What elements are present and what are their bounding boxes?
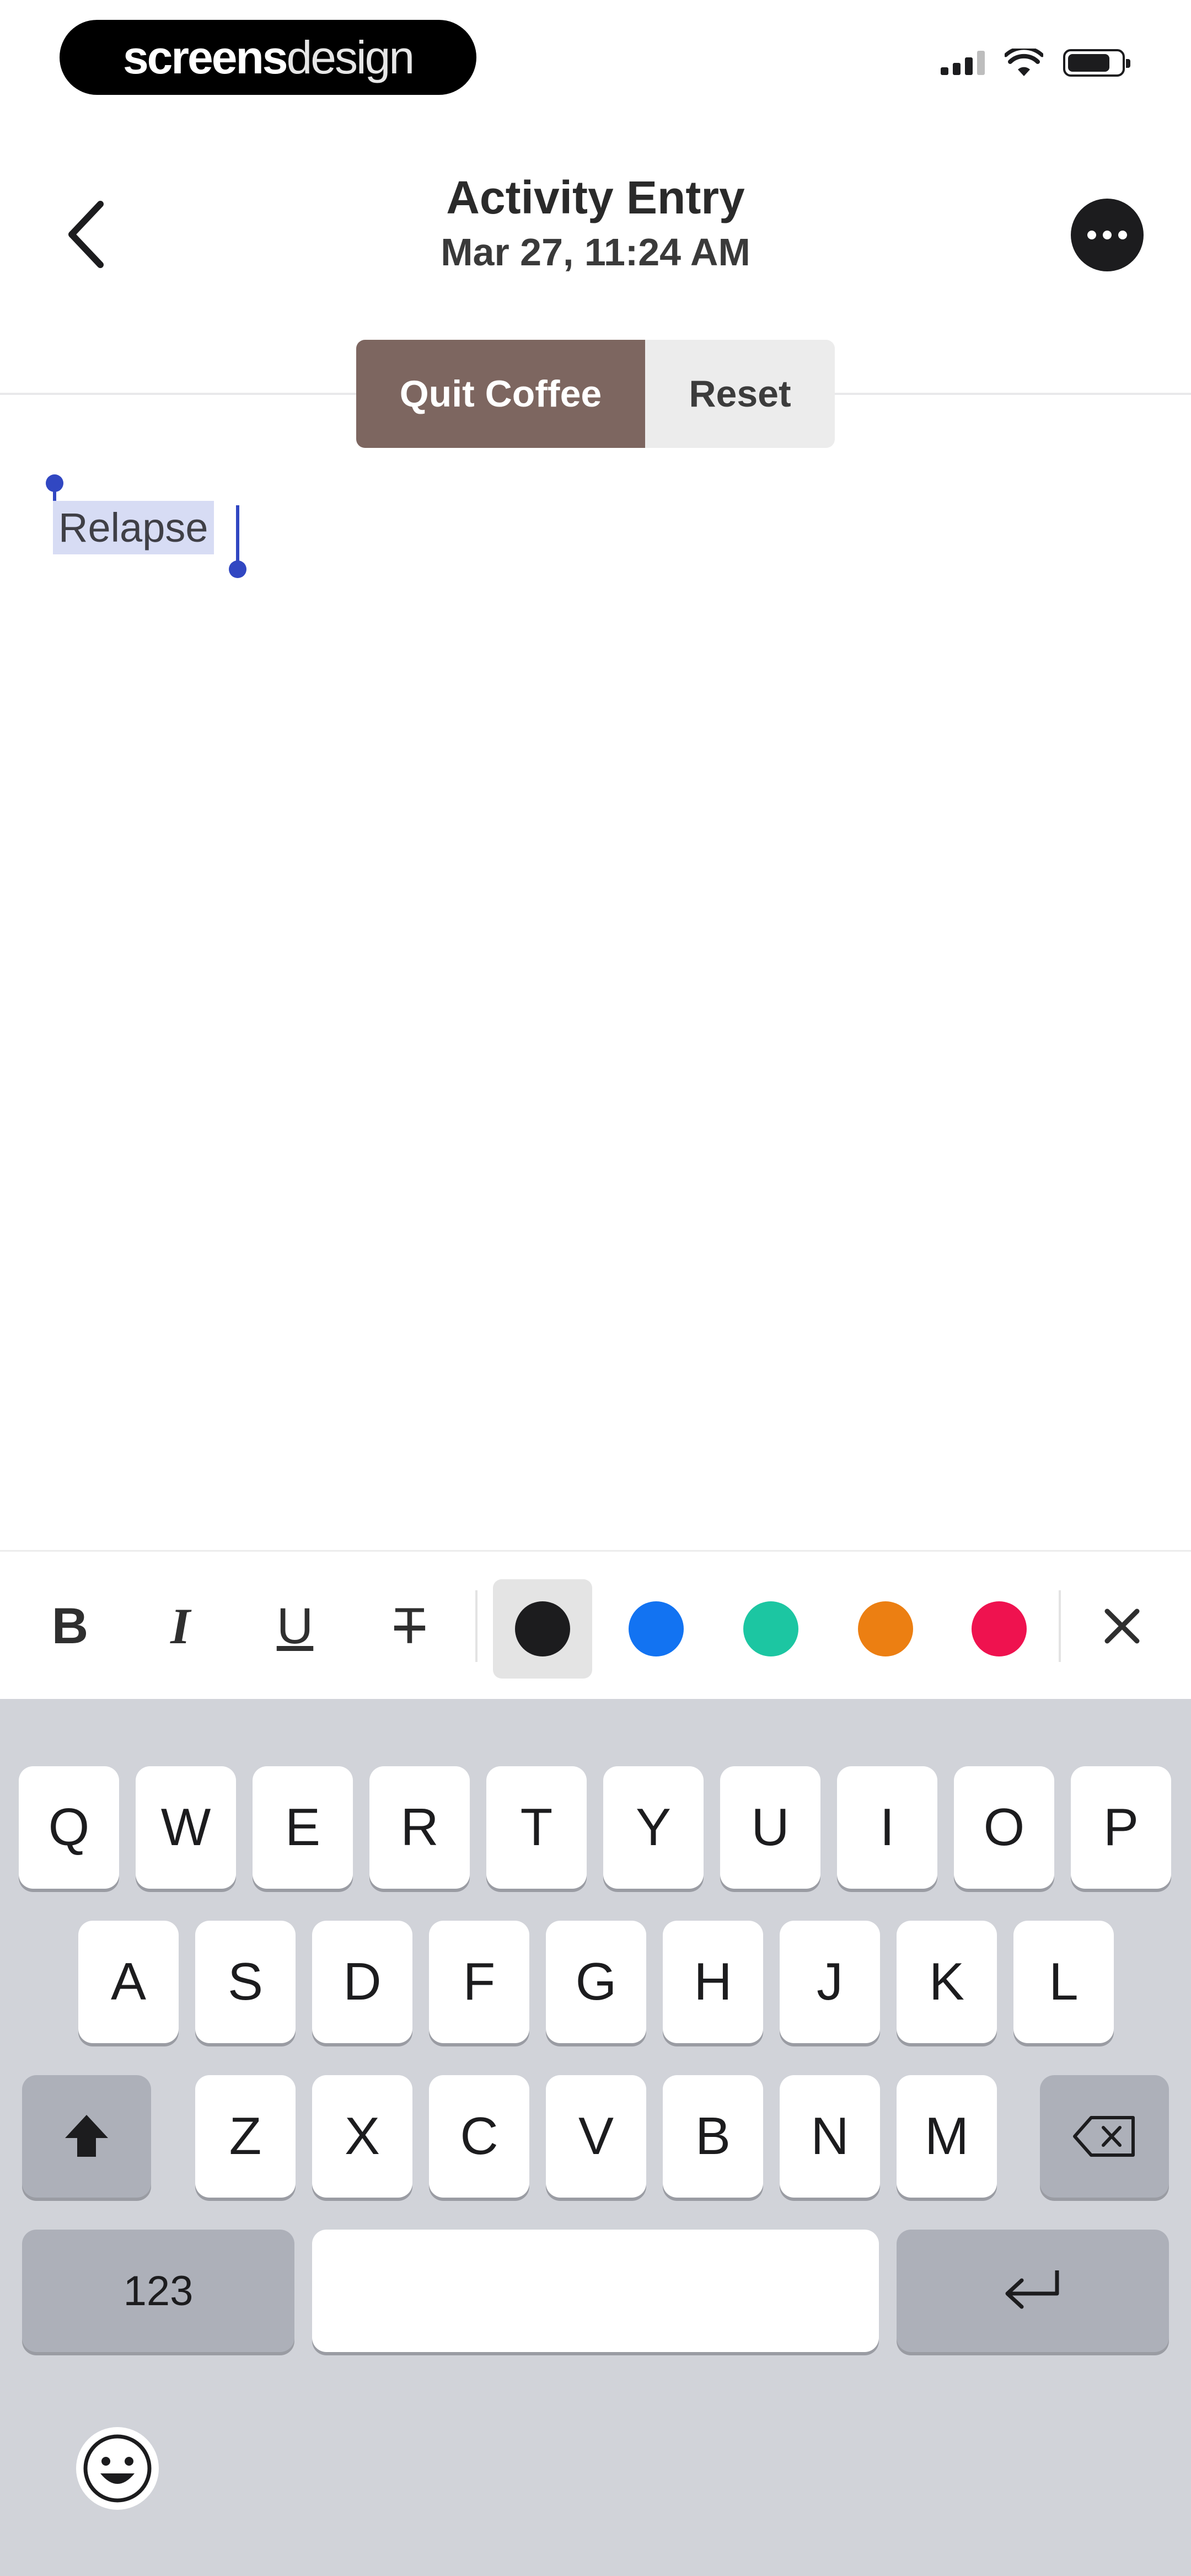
key-u[interactable]: U — [720, 1766, 820, 1889]
italic-button[interactable]: I — [150, 1585, 211, 1668]
backspace-icon — [1073, 2116, 1135, 2157]
toolbar-separator — [1059, 1590, 1061, 1662]
key-l[interactable]: L — [1013, 1921, 1114, 2043]
close-icon — [1104, 1608, 1140, 1644]
color-swatch[interactable] — [858, 1601, 913, 1656]
space-key[interactable] — [312, 2230, 879, 2352]
key-c[interactable]: C — [429, 2075, 529, 2198]
close-toolbar-button[interactable] — [1092, 1585, 1152, 1668]
key-r[interactable]: R — [369, 1766, 470, 1889]
key-k[interactable]: K — [897, 1921, 997, 2043]
backspace-key[interactable] — [1040, 2075, 1169, 2198]
selection-end-knob[interactable] — [229, 560, 246, 578]
color-swatch[interactable] — [629, 1601, 684, 1656]
entry-editor[interactable]: Relapse — [0, 452, 1191, 1550]
key-w[interactable]: W — [136, 1766, 236, 1889]
entry-text-selected[interactable]: Relapse — [53, 501, 214, 554]
key-i[interactable]: I — [837, 1766, 937, 1889]
segment-reset[interactable]: Reset — [645, 340, 835, 448]
cellular-signal-icon — [941, 51, 985, 75]
key-s[interactable]: S — [195, 1921, 296, 2043]
key-e[interactable]: E — [253, 1766, 353, 1889]
key-n[interactable]: N — [780, 2075, 880, 2198]
brand-bold: screens — [122, 31, 288, 83]
color-swatch[interactable] — [972, 1601, 1027, 1656]
emoji-button[interactable] — [76, 2427, 159, 2510]
page-title: Activity Entry — [446, 172, 745, 223]
key-y[interactable]: Y — [603, 1766, 704, 1889]
key-f[interactable]: F — [429, 1921, 529, 2043]
keyboard: QWERTYUIOP ASDFGHJKL ZXCVBNM 123 — [0, 1699, 1191, 2576]
brand-logo: screens design — [60, 20, 476, 95]
key-h[interactable]: H — [663, 1921, 763, 2043]
entry-timestamp: Mar 27, 11:24 AM — [441, 231, 750, 274]
key-a[interactable]: A — [78, 1921, 179, 2043]
status-bar: screens design — [0, 0, 1191, 121]
return-icon — [1005, 2270, 1059, 2309]
underline-button[interactable]: U — [265, 1585, 325, 1668]
activity-type-selector: Quit Coffee Reset — [356, 340, 835, 448]
color-swatch[interactable] — [743, 1601, 798, 1656]
key-z[interactable]: Z — [195, 2075, 296, 2198]
key-p[interactable]: P — [1071, 1766, 1171, 1889]
emoji-icon — [83, 2434, 152, 2503]
toolbar-separator — [475, 1590, 478, 1662]
key-b[interactable]: B — [663, 2075, 763, 2198]
key-q[interactable]: Q — [19, 1766, 119, 1889]
brand-light: design — [286, 31, 415, 83]
more-options-button[interactable] — [1071, 199, 1144, 271]
color-swatch[interactable] — [515, 1601, 570, 1656]
key-d[interactable]: D — [312, 1921, 412, 2043]
more-dots-icon — [1087, 231, 1096, 239]
key-x[interactable]: X — [312, 2075, 412, 2198]
numbers-key[interactable]: 123 — [22, 2230, 294, 2352]
formatting-toolbar: B I U T — [0, 1550, 1191, 1699]
key-o[interactable]: O — [954, 1766, 1054, 1889]
key-g[interactable]: G — [546, 1921, 646, 2043]
key-t[interactable]: T — [486, 1766, 587, 1889]
status-icons — [941, 49, 1130, 77]
shift-icon — [65, 2115, 108, 2157]
key-m[interactable]: M — [897, 2075, 997, 2198]
return-key[interactable] — [897, 2230, 1169, 2352]
segment-quit-coffee[interactable]: Quit Coffee — [356, 340, 645, 448]
strikethrough-button[interactable]: T — [379, 1585, 440, 1668]
selection-start-knob[interactable] — [46, 474, 63, 492]
wifi-icon — [1005, 49, 1043, 76]
key-j[interactable]: J — [780, 1921, 880, 2043]
bold-button[interactable]: B — [40, 1585, 100, 1668]
shift-key[interactable] — [22, 2075, 151, 2198]
key-v[interactable]: V — [546, 2075, 646, 2198]
battery-icon — [1063, 49, 1130, 77]
title-block: Activity Entry Mar 27, 11:24 AM — [0, 171, 1191, 274]
